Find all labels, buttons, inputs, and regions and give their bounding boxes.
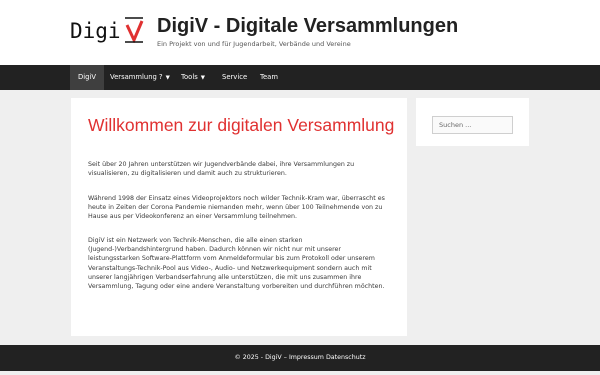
site-title[interactable]: DigiV - Digitale Versammlungen <box>157 15 458 38</box>
network-paragraph: DigiV ist ein Netzwerk von Technik-Mensc… <box>88 237 385 291</box>
site-header: Digi DigiV - Digitale Versammlungen Ein … <box>0 0 600 65</box>
site-logo[interactable]: Digi <box>70 17 148 47</box>
main-content: Willkommen zur digitalen Versammlung Sei… <box>71 98 407 336</box>
history-paragraph: Während 1998 der Einsatz eines Videoproj… <box>88 195 385 221</box>
nav-item-label: Versammlung ? <box>110 73 163 81</box>
site-footer: © 2025 - DigiV – Impressum Datenschutz <box>0 345 600 371</box>
nav-item-label: DigiV <box>78 73 96 81</box>
logo-checkmark-icon <box>125 17 144 43</box>
main-navigation: DigiV Versammlung ? ▼ Tools ▼ Service Team <box>0 65 600 90</box>
nav-item-team[interactable]: Team <box>252 65 286 90</box>
nav-item-label: Tools <box>181 73 198 81</box>
search-input[interactable] <box>432 116 513 134</box>
nav-item-versammlung[interactable]: Versammlung ? ▼ <box>102 65 178 90</box>
logo-text: Digi <box>70 19 121 43</box>
intro-paragraph: Seit über 20 Jahren unterstützen wir Jug… <box>88 161 355 178</box>
footer-link-impressum[interactable]: Impressum <box>289 354 324 361</box>
footer-copyright: © 2025 - DigiV <box>234 354 282 361</box>
site-description: Ein Projekt von und für Jugendarbeit, Ve… <box>157 40 351 48</box>
nav-item-label: Team <box>260 73 278 81</box>
chevron-down-icon: ▼ <box>165 75 170 81</box>
footer-link-datenschutz[interactable]: Datenschutz <box>326 354 366 361</box>
nav-item-tools[interactable]: Tools ▼ <box>173 65 213 90</box>
chevron-down-icon: ▼ <box>200 75 205 81</box>
page-title: Willkommen zur digitalen Versammlung <box>88 115 395 135</box>
sidebar <box>416 98 529 146</box>
nav-item-label: Service <box>222 73 248 81</box>
nav-item-digiv[interactable]: DigiV <box>70 65 104 90</box>
nav-item-service[interactable]: Service <box>214 65 255 90</box>
